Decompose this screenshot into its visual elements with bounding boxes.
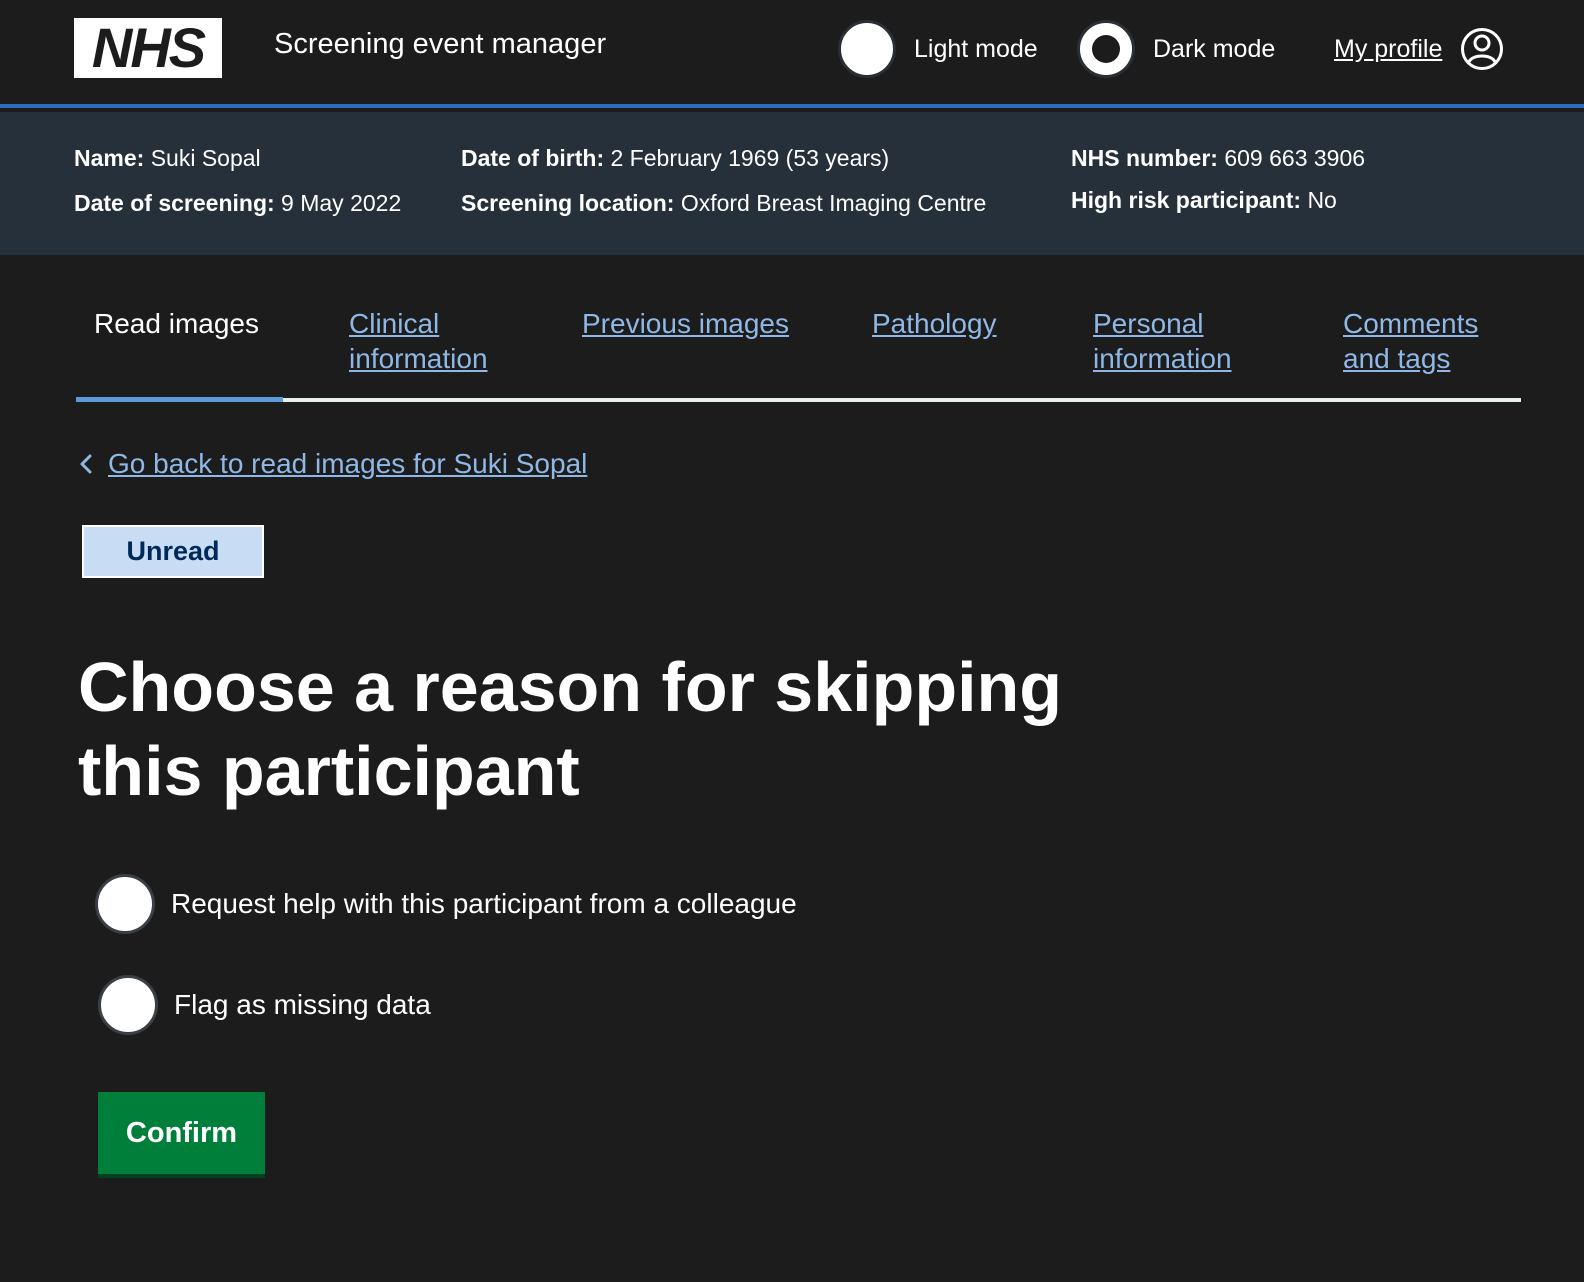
high-risk-field: High risk participant: No bbox=[1071, 187, 1337, 214]
tab-pathology-link[interactable]: Pathology bbox=[872, 308, 997, 339]
missing-data-label[interactable]: Flag as missing data bbox=[174, 989, 431, 1021]
participant-name-field: Name: Suki Sopal bbox=[74, 145, 261, 172]
tab-clinical-information-link[interactable]: Clinical information bbox=[349, 308, 488, 374]
tab-previous-images-link[interactable]: Previous images bbox=[582, 308, 789, 339]
screening-date-value: 9 May 2022 bbox=[281, 190, 402, 216]
profile-link-group[interactable]: My profile bbox=[1334, 27, 1504, 71]
dark-mode-radio[interactable] bbox=[1077, 20, 1135, 78]
request-help-radio[interactable] bbox=[95, 874, 155, 934]
chevron-left-icon bbox=[80, 454, 92, 474]
site-header: NHS Screening event manager Light mode D… bbox=[0, 0, 1584, 108]
my-profile-link[interactable]: My profile bbox=[1334, 35, 1442, 64]
dob-label: Date of birth: bbox=[461, 145, 605, 171]
request-help-label[interactable]: Request help with this participant from … bbox=[171, 888, 797, 920]
nhs-number-label: NHS number: bbox=[1071, 145, 1218, 171]
location-field: Screening location: Oxford Breast Imagin… bbox=[461, 190, 986, 217]
light-mode-option[interactable]: Light mode bbox=[838, 18, 1038, 80]
name-value: Suki Sopal bbox=[150, 145, 261, 171]
light-mode-label[interactable]: Light mode bbox=[914, 35, 1038, 64]
nhs-logo[interactable]: NHS bbox=[74, 18, 222, 78]
location-value: Oxford Breast Imaging Centre bbox=[680, 190, 987, 216]
screening-date-field: Date of screening: 9 May 2022 bbox=[74, 190, 401, 217]
service-name[interactable]: Screening event manager bbox=[274, 28, 606, 61]
tab-navigation: Read images Clinical information Previou… bbox=[76, 296, 1521, 402]
missing-data-radio[interactable] bbox=[98, 975, 158, 1035]
dark-mode-option[interactable]: Dark mode bbox=[1077, 18, 1275, 80]
active-tab-indicator bbox=[76, 397, 283, 402]
user-profile-icon[interactable] bbox=[1460, 27, 1504, 71]
tab-personal-information[interactable]: Personal information bbox=[1093, 306, 1263, 376]
tab-previous-images[interactable]: Previous images bbox=[582, 306, 789, 341]
screening-date-label: Date of screening: bbox=[74, 190, 275, 216]
high-risk-label: High risk participant: bbox=[1071, 187, 1302, 213]
tab-comments-and-tags-link[interactable]: Comments and tags bbox=[1343, 308, 1478, 374]
radio-option-missing-data[interactable]: Flag as missing data bbox=[98, 975, 431, 1035]
tab-comments-and-tags[interactable]: Comments and tags bbox=[1343, 306, 1503, 376]
name-label: Name: bbox=[74, 145, 145, 171]
location-label: Screening location: bbox=[461, 190, 675, 216]
tab-read-images[interactable]: Read images bbox=[94, 306, 259, 341]
nhs-number-field: NHS number: 609 663 3906 bbox=[1071, 145, 1365, 172]
status-badge: Unread bbox=[82, 525, 264, 578]
high-risk-value: No bbox=[1307, 187, 1337, 213]
participant-banner: Name: Suki Sopal Date of screening: 9 Ma… bbox=[0, 112, 1584, 255]
dob-value: 2 February 1969 (53 years) bbox=[610, 145, 890, 171]
radio-option-request-help[interactable]: Request help with this participant from … bbox=[95, 874, 797, 934]
back-link[interactable]: Go back to read images for Suki Sopal bbox=[78, 448, 587, 480]
nhs-number-value: 609 663 3906 bbox=[1224, 145, 1366, 171]
page-title: Choose a reason for skipping this partic… bbox=[78, 648, 1063, 810]
dark-mode-label[interactable]: Dark mode bbox=[1153, 35, 1275, 64]
tab-pathology[interactable]: Pathology bbox=[872, 306, 997, 341]
confirm-button[interactable]: Confirm bbox=[98, 1092, 265, 1178]
tab-clinical-information[interactable]: Clinical information bbox=[349, 306, 529, 376]
tab-personal-information-link[interactable]: Personal information bbox=[1093, 308, 1232, 374]
back-link-text[interactable]: Go back to read images for Suki Sopal bbox=[108, 448, 587, 480]
dob-field: Date of birth: 2 February 1969 (53 years… bbox=[461, 145, 889, 172]
light-mode-radio[interactable] bbox=[838, 20, 896, 78]
